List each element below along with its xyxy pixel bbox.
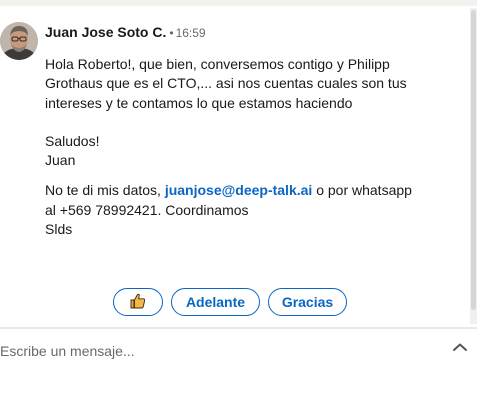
top-strip [0, 0, 477, 6]
sender-name[interactable]: Juan Jose Soto C. [45, 24, 166, 40]
adelante-reply-button[interactable]: Adelante [171, 288, 260, 316]
thumbs-up-reply-button[interactable] [113, 288, 163, 316]
gracias-reply-button[interactable]: Gracias [268, 288, 347, 316]
quick-replies: Adelante Gracias [113, 288, 347, 316]
email-link[interactable]: juanjose@deep-talk.ai [165, 182, 312, 198]
message-paragraph: Hola Roberto!, que bien, conversemos con… [45, 56, 407, 111]
avatar[interactable] [0, 22, 38, 60]
contact-paragraph: No te di mis datos, juanjose@deep-talk.a… [45, 181, 425, 220]
message-body: Hola Roberto!, que bien, conversemos con… [45, 55, 425, 239]
scrollbar-thumb[interactable] [471, 10, 476, 310]
timestamp: 16:59 [175, 26, 206, 40]
signature-text: Juan [45, 152, 76, 169]
separator-dot: • [169, 26, 174, 40]
message-input[interactable] [0, 340, 430, 362]
message-header: Juan Jose Soto C. • 16:59 [45, 24, 206, 42]
contact-text-start: No te di mis datos, [45, 182, 165, 199]
chevron-up-icon [452, 339, 468, 357]
message-item: Juan Jose Soto C. • 16:59 Hola Roberto!, q… [0, 8, 468, 324]
greeting-text: Saludos! [45, 132, 100, 149]
expand-composer-button[interactable] [450, 341, 470, 355]
composer-divider [0, 327, 477, 329]
message-composer [0, 330, 477, 415]
closing-text: Slds [45, 221, 73, 238]
thumbs-up-icon [129, 292, 147, 313]
